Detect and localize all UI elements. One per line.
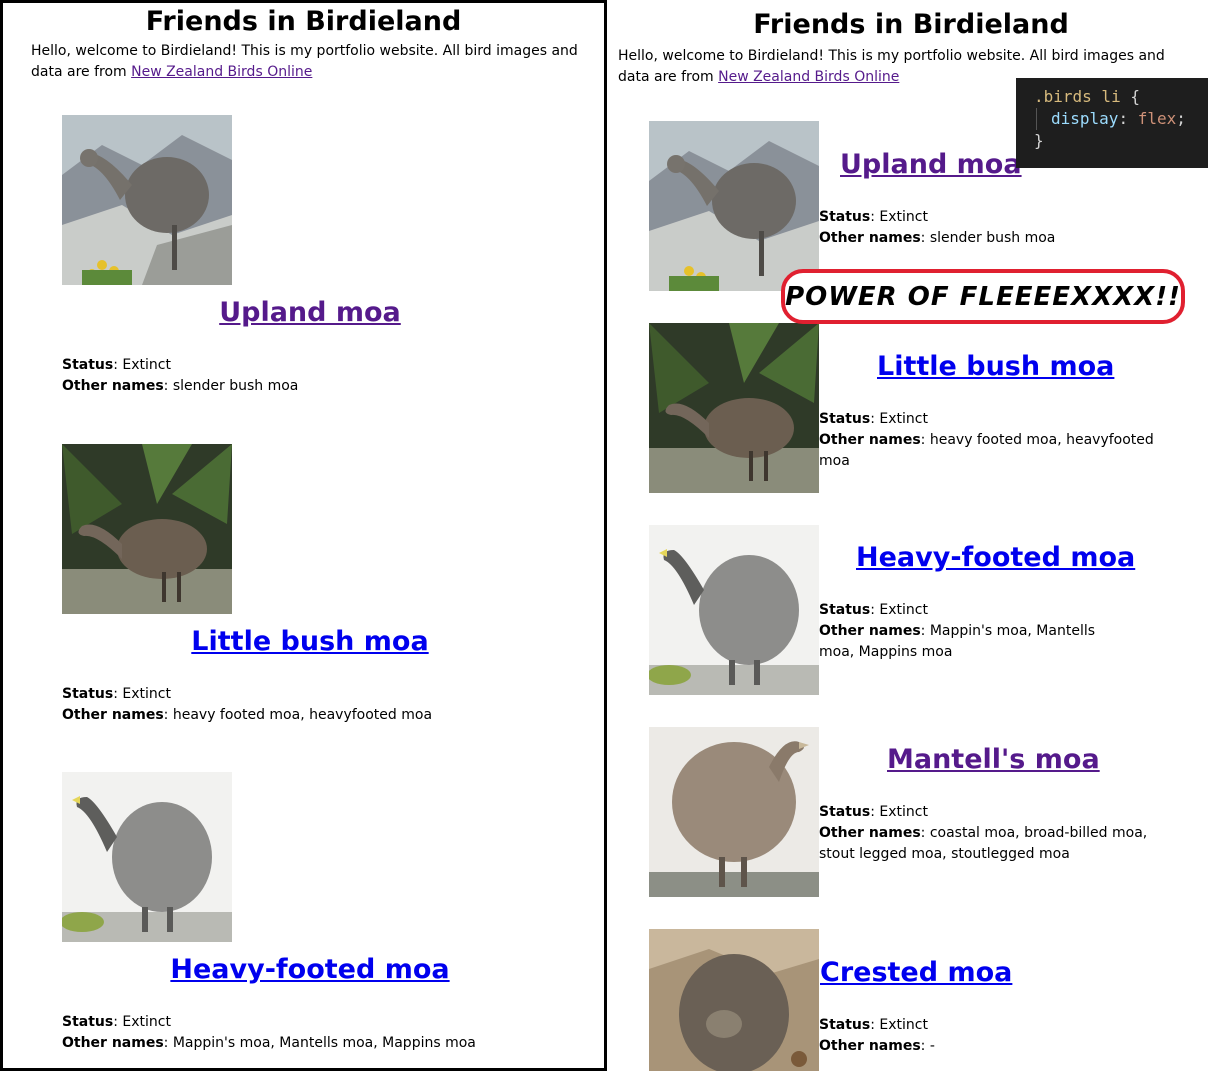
other-names-label: Other names xyxy=(819,825,921,841)
page-title: Friends in Birdieland xyxy=(753,9,1069,40)
status-value: : Extinct xyxy=(113,1014,171,1030)
status-label: Status xyxy=(819,602,871,618)
bird-image-little-bush-moa xyxy=(62,444,232,614)
bird-link-upland-moa[interactable]: Upland moa xyxy=(65,297,555,328)
bird-image-upland-moa xyxy=(649,121,819,291)
other-names-label: Other names xyxy=(62,707,164,723)
status-value: : Extinct xyxy=(870,804,928,820)
bird-meta-upland-moa: Status: Extinct Other names: slender bus… xyxy=(62,355,298,397)
status-label: Status xyxy=(819,804,871,820)
other-names-label: Other names xyxy=(819,1038,921,1054)
bird-image-heavy-footed-moa xyxy=(62,772,232,942)
status-value: : Extinct xyxy=(870,1017,928,1033)
status-label: Status xyxy=(819,411,871,427)
status-label: Status xyxy=(819,1017,871,1033)
intro-paragraph: Hello, welcome to Birdieland! This is my… xyxy=(31,41,591,83)
status-value: : Extinct xyxy=(870,411,928,427)
bird-link-heavy-footed-moa[interactable]: Heavy-footed moa xyxy=(856,542,1135,573)
other-names-label: Other names xyxy=(62,378,164,394)
other-names-label: Other names xyxy=(819,230,921,246)
status-value: : Extinct xyxy=(113,357,171,373)
bird-image-heavy-footed-moa xyxy=(649,525,819,695)
bird-meta-heavy-footed-moa: Status: Extinct Other names: Mappin's mo… xyxy=(819,600,1109,663)
bird-link-little-bush-moa[interactable]: Little bush moa xyxy=(65,626,555,657)
bird-link-heavy-footed-moa[interactable]: Heavy-footed moa xyxy=(65,954,555,985)
bird-meta-upland-moa: Status: Extinct Other names: slender bus… xyxy=(819,207,1159,249)
code-selector: .birds li xyxy=(1034,87,1121,106)
bird-image-mantells-moa xyxy=(649,727,819,897)
code-property: display xyxy=(1051,109,1119,128)
other-names-value: : slender bush moa xyxy=(163,378,299,394)
bird-image-little-bush-moa xyxy=(649,323,819,493)
bird-image-upland-moa xyxy=(62,115,232,285)
status-value: : Extinct xyxy=(113,686,171,702)
other-names-label: Other names xyxy=(62,1035,164,1051)
status-label: Status xyxy=(62,357,114,373)
bird-image-crested-moa xyxy=(649,929,819,1071)
other-names-value: : - xyxy=(920,1038,935,1054)
bird-link-crested-moa[interactable]: Crested moa xyxy=(820,957,1012,988)
nzbirds-link[interactable]: New Zealand Birds Online xyxy=(718,69,899,85)
nzbirds-link[interactable]: New Zealand Birds Online xyxy=(131,64,312,80)
code-colon: : xyxy=(1118,109,1129,128)
bird-meta-little-bush-moa: Status: Extinct Other names: heavy foote… xyxy=(62,684,432,726)
bird-link-upland-moa[interactable]: Upland moa xyxy=(840,149,1022,180)
left-browser-panel: Friends in Birdieland Hello, welcome to … xyxy=(0,0,607,1071)
code-value: flex xyxy=(1137,109,1177,128)
page-title: Friends in Birdieland xyxy=(145,6,462,37)
other-names-label: Other names xyxy=(819,432,921,448)
status-label: Status xyxy=(62,686,114,702)
other-names-value: : Mappin's moa, Mantells moa, Mappins mo… xyxy=(163,1035,476,1051)
status-label: Status xyxy=(62,1014,114,1030)
other-names-value: : heavy footed moa, heavyfooted moa xyxy=(163,707,433,723)
bird-meta-heavy-footed-moa: Status: Extinct Other names: Mappin's mo… xyxy=(62,1012,476,1054)
other-names-label: Other names xyxy=(819,623,921,639)
css-code-snippet: .birds li { display: flex; } xyxy=(1016,78,1208,168)
status-value: : Extinct xyxy=(870,602,928,618)
code-open-brace: { xyxy=(1130,87,1140,106)
code-semicolon: ; xyxy=(1176,109,1186,128)
bird-link-mantells-moa[interactable]: Mantell's moa xyxy=(887,744,1100,775)
other-names-value: : slender bush moa xyxy=(920,230,1056,246)
bird-meta-crested-moa: Status: Extinct Other names: - xyxy=(819,1015,1159,1057)
status-label: Status xyxy=(819,209,871,225)
status-value: : Extinct xyxy=(870,209,928,225)
power-of-flex-callout: POWER OF FLEEEEXXXX!! xyxy=(781,269,1185,324)
bird-meta-little-bush-moa: Status: Extinct Other names: heavy foote… xyxy=(819,409,1159,472)
bird-meta-mantells-moa: Status: Extinct Other names: coastal moa… xyxy=(819,802,1159,865)
code-close-brace: } xyxy=(1034,131,1044,150)
bird-link-little-bush-moa[interactable]: Little bush moa xyxy=(877,351,1114,382)
